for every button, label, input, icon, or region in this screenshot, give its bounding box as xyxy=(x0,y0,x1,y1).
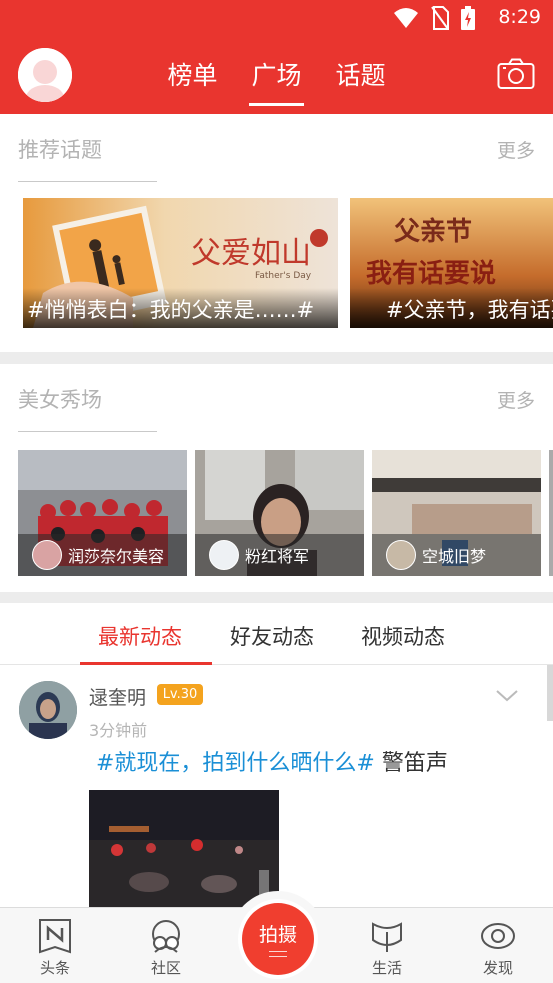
more-link[interactable]: 更多 xyxy=(497,386,535,413)
level-badge: Lv.30 xyxy=(157,684,203,705)
post-username[interactable]: 逯奎明 xyxy=(89,683,146,710)
avatar xyxy=(32,540,62,570)
feed-tabs: 最新动态 好友动态 视频动态 xyxy=(0,603,553,665)
wifi-icon xyxy=(394,8,418,28)
beauty-card[interactable]: 润莎奈尔美容 xyxy=(18,450,187,576)
beauty-name: 粉红将军 xyxy=(245,547,310,566)
tab-rankings[interactable]: 榜单 xyxy=(167,56,217,106)
beauty-card[interactable]: 粉红将军 xyxy=(195,450,364,576)
user-photo xyxy=(19,681,77,739)
post-hashtag[interactable]: #就现在，拍到什么晒什么# xyxy=(96,751,375,776)
tab-latest[interactable]: 最新动态 xyxy=(98,621,182,651)
topic-caption: #父亲节，我有话要说 xyxy=(350,288,553,328)
feed-post[interactable]: 逯奎明 Lv.30 3分钟前 #就现在，拍到什么晒什么# 警笛声 xyxy=(0,665,553,907)
avatar xyxy=(209,540,239,570)
eye-icon xyxy=(481,923,515,949)
post-text: #就现在，拍到什么晒什么# 警笛声 xyxy=(96,745,448,777)
nav-discover[interactable]: 发现 xyxy=(468,918,528,978)
app-header: 8:29 榜单 广场 话题 xyxy=(0,0,553,114)
tab-friends[interactable]: 好友动态 xyxy=(230,621,314,651)
section-title: 推荐话题 xyxy=(18,138,102,162)
section-title: 美女秀场 xyxy=(18,388,102,412)
community-icon xyxy=(152,920,180,953)
tab-plaza[interactable]: 广场 xyxy=(249,56,304,106)
post-photo xyxy=(89,790,279,907)
topic-image-subtext: Father's Day xyxy=(255,271,312,281)
status-bar: 8:29 xyxy=(0,0,553,36)
nav-label: 头条 xyxy=(39,959,70,977)
divider xyxy=(18,181,157,182)
news-icon xyxy=(39,919,71,954)
nav-news[interactable]: 头条 xyxy=(25,918,85,978)
avatar[interactable] xyxy=(19,681,77,739)
tab-topics[interactable]: 话题 xyxy=(336,56,386,106)
topic-card[interactable]: 父爱如山 Father's Day #悄悄表白：我的父亲是……# xyxy=(23,198,338,328)
status-time: 8:29 xyxy=(498,6,541,28)
scrollbar[interactable] xyxy=(547,665,553,721)
nav-life[interactable]: 生活 xyxy=(357,918,417,978)
beauty-show-section: 美女秀场 更多 润莎奈尔美容 粉红将军 空城旧梦 xyxy=(0,364,553,592)
more-link[interactable]: 更多 xyxy=(497,136,535,163)
camera-icon[interactable] xyxy=(497,58,535,90)
topic-image-text: 父亲节 xyxy=(394,217,472,247)
life-icon xyxy=(372,922,402,952)
beauty-card-peek xyxy=(549,450,553,576)
nav-label: 发现 xyxy=(482,959,513,977)
topic-image-text: 我有话要说 xyxy=(366,259,496,289)
status-icons xyxy=(393,6,475,30)
battery-charging-icon xyxy=(461,6,475,30)
tab-video[interactable]: 视频动态 xyxy=(361,621,445,651)
no-sim-icon xyxy=(431,6,449,30)
post-time: 3分钟前 xyxy=(89,721,148,740)
topic-card[interactable]: 父亲节 我有话要说 #父亲节，我有话要说 xyxy=(350,198,553,328)
chevron-down-icon[interactable] xyxy=(495,689,519,703)
topic-image-text: 父爱如山 xyxy=(191,236,311,271)
beauty-caption: 空城旧梦 xyxy=(372,534,541,576)
shoot-button[interactable]: 拍摄 xyxy=(242,903,314,975)
nav-community[interactable]: 社区 xyxy=(136,918,196,978)
beauty-card[interactable]: 空城旧梦 xyxy=(372,450,541,576)
beauty-name: 空城旧梦 xyxy=(422,547,487,566)
recommended-topics-section: 推荐话题 更多 父爱如山 Father's Day #悄悄表白：我的父亲是……#… xyxy=(0,114,553,352)
beauty-name: 润莎奈尔美容 xyxy=(68,547,165,566)
avatar xyxy=(386,540,416,570)
beauty-caption: 润莎奈尔美容 xyxy=(18,534,187,576)
post-body: 警笛声 xyxy=(374,751,448,776)
shoot-label: 拍摄 xyxy=(258,924,297,946)
beauty-caption: 粉红将军 xyxy=(195,534,364,576)
post-image[interactable] xyxy=(89,790,279,907)
menu-lines-icon xyxy=(269,951,287,957)
nav-label: 社区 xyxy=(150,959,181,977)
divider xyxy=(18,431,157,432)
topic-caption: #悄悄表白：我的父亲是……# xyxy=(23,288,338,328)
top-tabs: 榜单 广场 话题 xyxy=(0,56,553,106)
nav-label: 生活 xyxy=(371,959,402,977)
